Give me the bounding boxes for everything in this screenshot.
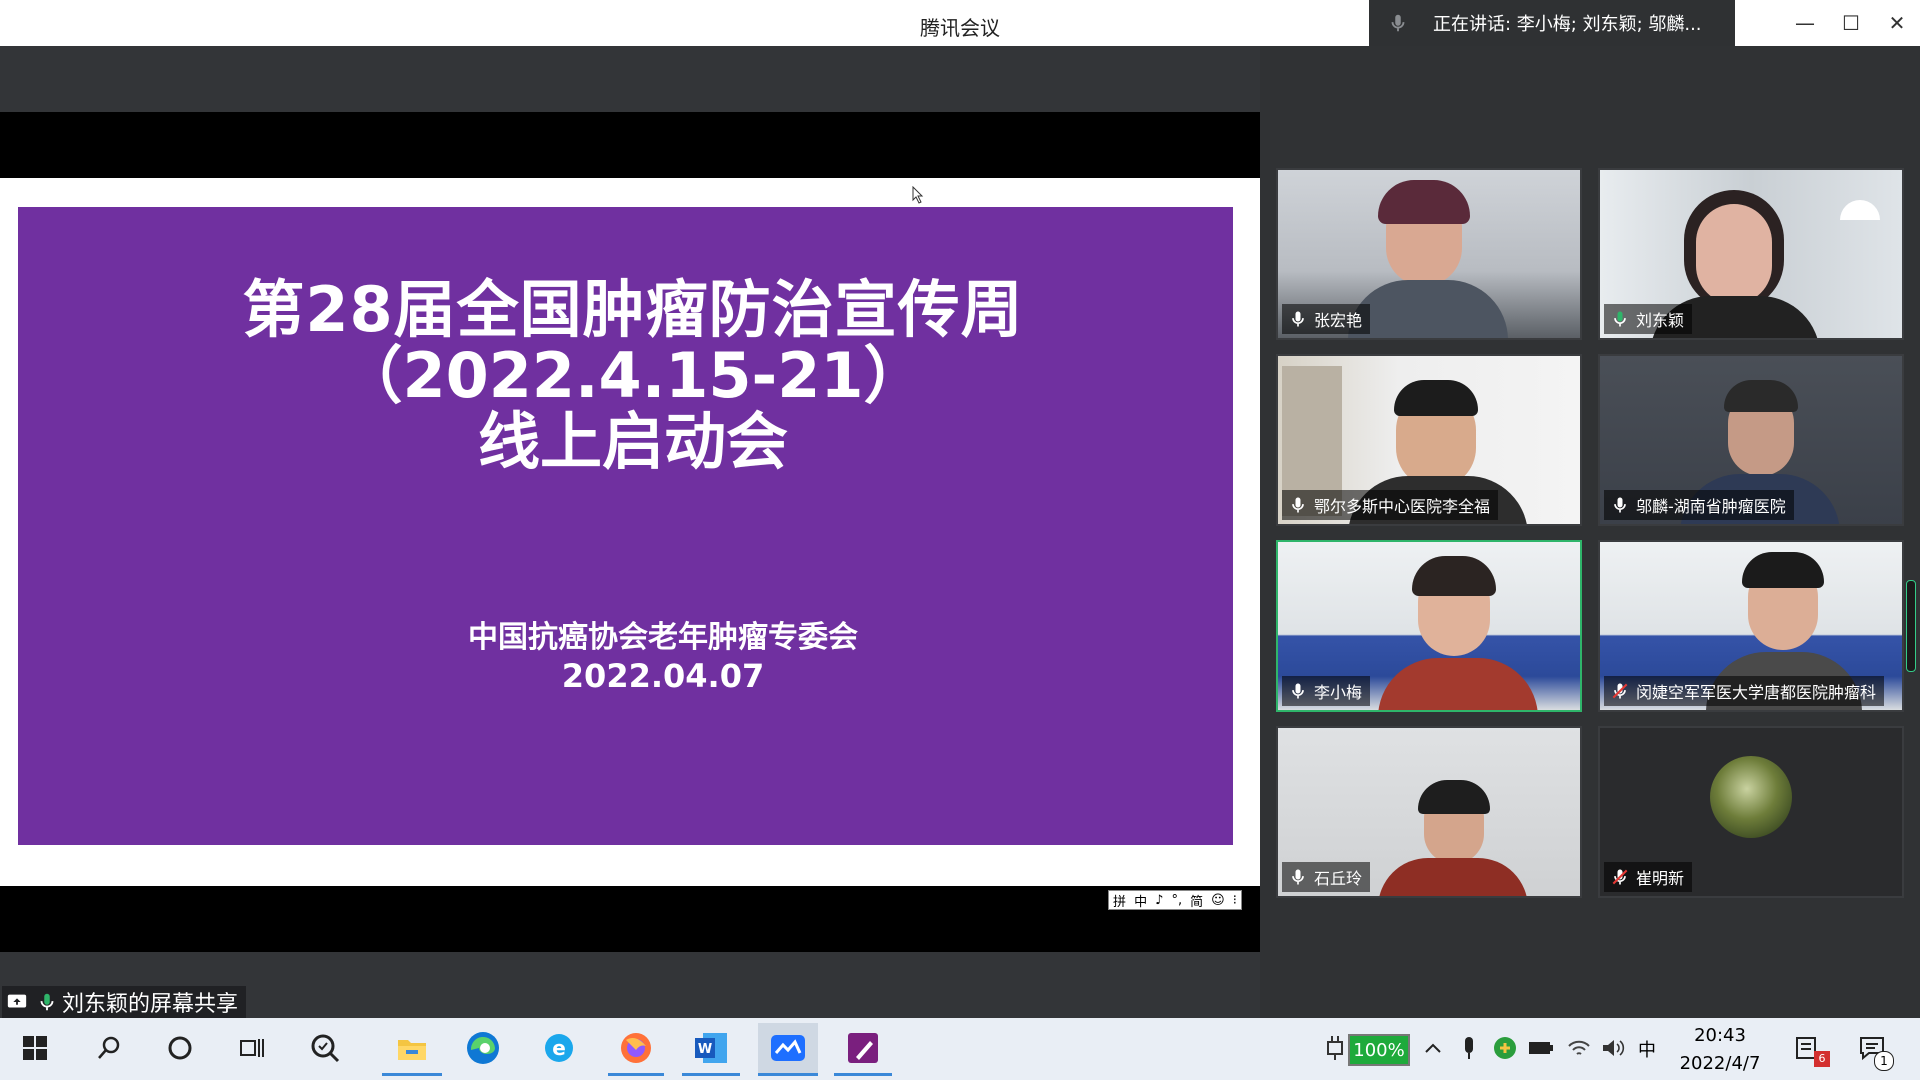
taskbar <box>0 1018 1920 1080</box>
participant-name-tag: 崔明新 <box>1604 862 1693 892</box>
clock-date: 2022/4/7 <box>1679 1053 1761 1074</box>
video-tile[interactable]: 闵婕空军军医大学唐都医院肿瘤科 <box>1598 540 1904 712</box>
power-plug-icon[interactable] <box>1320 1023 1350 1073</box>
microphone-icon <box>1292 869 1304 885</box>
video-tile[interactable]: 张宏艳 <box>1276 168 1582 340</box>
avatar-tile[interactable]: 崔明新 <box>1598 726 1904 898</box>
cortana-icon[interactable] <box>155 1023 205 1073</box>
participant-name-tag: 鄂尔多斯中心医院李全福 <box>1282 490 1499 520</box>
ime-indicator[interactable]: 中 <box>1638 1018 1656 1080</box>
microphone-muted-icon <box>1612 869 1628 885</box>
speaker-icon[interactable] <box>1598 1023 1628 1073</box>
video-tile[interactable]: 鄂尔多斯中心医院李全福 <box>1276 354 1582 526</box>
start-icon[interactable] <box>10 1023 60 1073</box>
participant-name: 石丘玲 <box>1314 869 1363 888</box>
participant-name-tag: 闵婕空军军医大学唐都医院肿瘤科 <box>1604 676 1885 706</box>
app-tray-icon[interactable] <box>1490 1023 1520 1073</box>
share-owner-text: 刘东颖的屏幕共享 <box>62 992 239 1017</box>
action-center-icon[interactable]: 1 <box>1850 1023 1894 1073</box>
slide-title-line2: （2022.4.15-21） <box>340 339 926 412</box>
avatar <box>1710 756 1792 838</box>
microphone-tray-icon[interactable] <box>1454 1023 1484 1073</box>
participant-name-tag: 张宏艳 <box>1282 304 1371 334</box>
ime-toolbar[interactable]: 拼 中 ♪ °, 简 ☺ ⁝ <box>1108 890 1242 910</box>
edge-icon[interactable] <box>458 1023 508 1073</box>
microphone-muted-icon <box>1612 683 1628 699</box>
video-tile-active[interactable]: 李小梅 <box>1276 540 1582 712</box>
screen-share-icon <box>7 994 27 1008</box>
battery-tray-icon[interactable] <box>1526 1023 1556 1073</box>
video-tile[interactable]: 石丘玲 <box>1276 726 1582 898</box>
word-icon[interactable]: W <box>682 1023 740 1076</box>
wifi-icon[interactable] <box>1564 1023 1594 1073</box>
microphone-icon <box>1391 14 1405 32</box>
onenote-pen-icon[interactable] <box>834 1023 892 1076</box>
ime-pinyin[interactable]: 拼 <box>1113 891 1126 910</box>
svg-text:W: W <box>698 1042 712 1057</box>
task-view-icon[interactable] <box>227 1023 277 1073</box>
microphone-icon <box>40 993 54 1011</box>
clock-time: 20:43 <box>1694 1025 1746 1046</box>
microphone-icon <box>1292 311 1304 327</box>
ime-punct[interactable]: °, <box>1171 893 1182 908</box>
firefox-icon[interactable] <box>608 1023 664 1076</box>
ime-emoji[interactable]: ☺ <box>1211 893 1225 908</box>
video-tile[interactable]: 刘东颖 <box>1598 168 1904 340</box>
slide-organization: 中国抗癌协会老年肿瘤专委会 <box>468 620 858 655</box>
magnifier-icon[interactable] <box>300 1023 350 1073</box>
share-owner-label: 刘东颖的屏幕共享 <box>2 986 247 1018</box>
ime-moon[interactable]: ♪ <box>1155 893 1163 908</box>
slide-title-line1: 第28届全国肿瘤防治宣传周 <box>242 273 1024 346</box>
slide-title-line3: 线上启动会 <box>477 405 788 478</box>
participant-name-tag: 李小梅 <box>1282 676 1371 706</box>
microphone-icon <box>1292 497 1304 513</box>
microphone-speaking-icon <box>1614 311 1626 327</box>
chevron-up-icon[interactable] <box>1418 1023 1448 1073</box>
participant-name: 崔明新 <box>1636 869 1685 888</box>
speaking-text: 正在讲话: 李小梅; 刘东颖; 邬麟... <box>1433 14 1702 35</box>
speaking-indicator[interactable]: 正在讲话: 李小梅; 刘东颖; 邬麟... <box>1369 0 1735 46</box>
minimize-button[interactable]: — <box>1782 0 1828 46</box>
microphone-icon <box>1614 497 1626 513</box>
letterbox-top <box>0 112 1260 178</box>
participant-name: 刘东颖 <box>1636 311 1685 330</box>
ime-simplified[interactable]: 简 <box>1190 891 1203 910</box>
participant-name: 闵婕空军军医大学唐都医院肿瘤科 <box>1636 683 1877 702</box>
cursor-icon <box>912 186 924 204</box>
svg-text:e: e <box>552 1036 566 1060</box>
close-button[interactable]: ✕ <box>1874 0 1920 46</box>
tencent-meeting-icon[interactable] <box>758 1023 818 1076</box>
letterbox-bottom <box>0 886 1260 952</box>
video-tile[interactable]: 邬麟-湖南省肿瘤医院 <box>1598 354 1904 526</box>
notification-icon[interactable]: 6 <box>1788 1023 1830 1073</box>
notification-badge: 6 <box>1814 1051 1830 1067</box>
microphone-icon <box>1292 683 1304 699</box>
ie-icon[interactable]: e <box>534 1023 584 1073</box>
participant-name-tag: 邬麟-湖南省肿瘤医院 <box>1604 490 1794 520</box>
battery-indicator[interactable]: 100% <box>1348 1034 1410 1066</box>
window-controls: — ☐ ✕ <box>1782 0 1920 46</box>
participant-name: 邬麟-湖南省肿瘤医院 <box>1636 497 1786 516</box>
presentation-slide: 第28届全国肿瘤防治宣传周 （2022.4.15-21） 线上启动会 中国抗癌协… <box>18 207 1233 845</box>
participant-name: 李小梅 <box>1314 683 1363 702</box>
system-clock[interactable]: 20:43 2022/4/7 <box>1670 1022 1770 1078</box>
maximize-button[interactable]: ☐ <box>1828 0 1874 46</box>
participant-name: 鄂尔多斯中心医院李全福 <box>1314 497 1491 516</box>
search-icon[interactable] <box>84 1023 134 1073</box>
file-explorer-icon[interactable] <box>382 1023 442 1076</box>
share-top-margin <box>0 46 1260 112</box>
slide-date: 2022.04.07 <box>561 657 765 695</box>
participant-name-tag: 石丘玲 <box>1282 862 1371 892</box>
ime-menu[interactable]: ⁝ <box>1233 893 1237 908</box>
participant-name-tag: 刘东颖 <box>1604 304 1693 334</box>
action-center-badge: 1 <box>1874 1051 1894 1071</box>
gallery-scrollbar[interactable] <box>1906 580 1916 672</box>
ime-chinese[interactable]: 中 <box>1134 891 1147 910</box>
participant-name: 张宏艳 <box>1314 311 1363 330</box>
